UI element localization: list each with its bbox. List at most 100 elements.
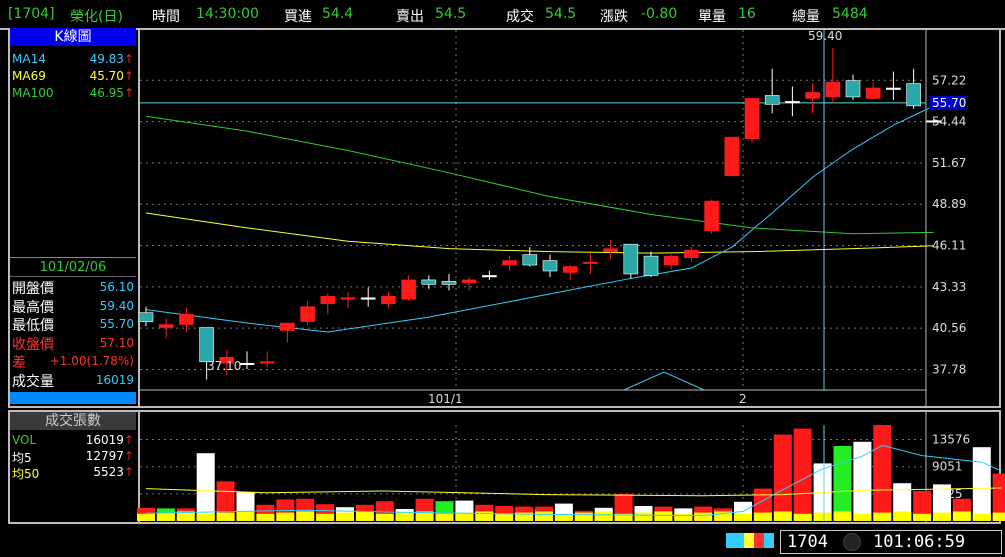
volume-bar-base [833, 511, 852, 521]
candle-body [845, 80, 861, 98]
volume-bar-base [196, 513, 215, 521]
volume-bar [972, 447, 991, 521]
volume-bar [833, 446, 852, 521]
candle-body [926, 120, 942, 123]
kline-chart[interactable]: 57.2254.4451.6748.8946.1143.3340.5637.78… [0, 0, 1005, 557]
price-axis-label: 51.67 [932, 156, 966, 170]
volume-bar-base [753, 512, 772, 521]
volume-bar-base [216, 512, 235, 521]
globe-icon [843, 533, 861, 551]
candle-body [239, 362, 255, 366]
volume-bar-base [793, 513, 812, 521]
volume-bar-base [375, 513, 394, 521]
ma69-line [145, 212, 934, 254]
low-price-annotation: 37.10 [207, 359, 241, 373]
candle-body [179, 313, 194, 325]
candle-body [704, 200, 719, 232]
price-axis-label: 43.33 [932, 280, 966, 294]
volume-bar-base [316, 513, 335, 521]
candle-body [562, 266, 578, 273]
volume-bar-base [594, 511, 613, 521]
volume-bar [853, 441, 872, 521]
ma14-line [145, 105, 935, 333]
price-axis-label: 48.89 [932, 197, 966, 211]
volume-bar [773, 434, 792, 521]
volume-bar-base [813, 512, 832, 521]
candle-body [461, 279, 477, 284]
candle-body [542, 260, 558, 272]
volume-bar-base [972, 513, 991, 521]
volume-bar-base [992, 512, 1005, 521]
volume-bar-base [913, 513, 932, 521]
candle-body [906, 83, 921, 107]
candle-body [381, 295, 396, 305]
volume-bar-base [574, 512, 593, 521]
date-axis-label: 101/1 [428, 392, 463, 406]
candle-body [199, 327, 214, 363]
volume-bar-base [654, 511, 673, 521]
candle-body [805, 92, 820, 99]
volume-bar-base [256, 513, 275, 521]
candle-body [522, 254, 538, 266]
price-axis-label: 40.56 [932, 321, 966, 335]
candle-body [300, 306, 315, 322]
status-color-indicator [726, 533, 774, 548]
volume-axis-label: 13576 [932, 433, 970, 447]
volume-bar-base [952, 511, 971, 521]
candle-body [583, 261, 598, 264]
volume-bar-base [276, 512, 295, 521]
volume-axis-label: 9051 [932, 460, 963, 474]
volume-bar [196, 453, 215, 521]
candle-body [320, 295, 336, 305]
candle-body [744, 98, 760, 139]
candle-body [138, 312, 154, 322]
volume-bar-base [734, 513, 752, 521]
volume-bar-base [355, 511, 374, 521]
volume-bar-base [933, 512, 951, 521]
volume-bar-base [455, 512, 474, 521]
status-clock: 101:06:59 [873, 532, 966, 552]
status-stock-code: 1704 [787, 532, 828, 552]
candle-body [360, 297, 376, 300]
candle-body [502, 260, 517, 266]
candle-body [663, 255, 679, 266]
volume-bar-base [694, 512, 713, 521]
candle-body [158, 324, 174, 328]
volume-bar-base [336, 512, 354, 521]
volume-bar-base [773, 511, 792, 521]
volume-bar-base [156, 512, 175, 521]
candle-body [643, 255, 659, 276]
current-price-value: 55.70 [932, 96, 966, 110]
candle-body [482, 275, 497, 278]
candle-body [684, 249, 699, 258]
volume-bar-base [893, 511, 912, 521]
candle-body [603, 248, 618, 252]
candle-body [340, 297, 356, 300]
volume-bar-base [495, 513, 514, 521]
volume-bar-base [853, 513, 872, 521]
volume-bar-base [634, 512, 653, 521]
candle-body [764, 95, 780, 105]
candle-body [825, 81, 841, 98]
status-code-box: 1704 101:06:59 [780, 530, 1002, 554]
candle-body [280, 322, 295, 331]
candle-body [886, 87, 901, 90]
candle-body [724, 136, 740, 177]
volume-bar-base [535, 511, 553, 521]
volume-bar-base [674, 513, 693, 521]
candle-body [441, 281, 457, 285]
volume-bar-base [435, 513, 454, 521]
price-axis-label: 57.22 [932, 73, 966, 87]
triangle-marker [623, 371, 705, 391]
volume-bar-base [236, 511, 255, 521]
date-axis-label: 2 [739, 392, 747, 406]
high-price-annotation: 59.40 [808, 29, 842, 43]
volume-bar-base [873, 512, 892, 521]
volume-bar-base [296, 511, 315, 521]
candle-body [785, 101, 800, 104]
volume-bar-base [395, 512, 414, 521]
price-axis-label: 37.78 [932, 362, 966, 376]
candle-body [865, 87, 881, 99]
price-axis-label: 46.11 [932, 239, 966, 253]
volume-bar [793, 428, 812, 521]
